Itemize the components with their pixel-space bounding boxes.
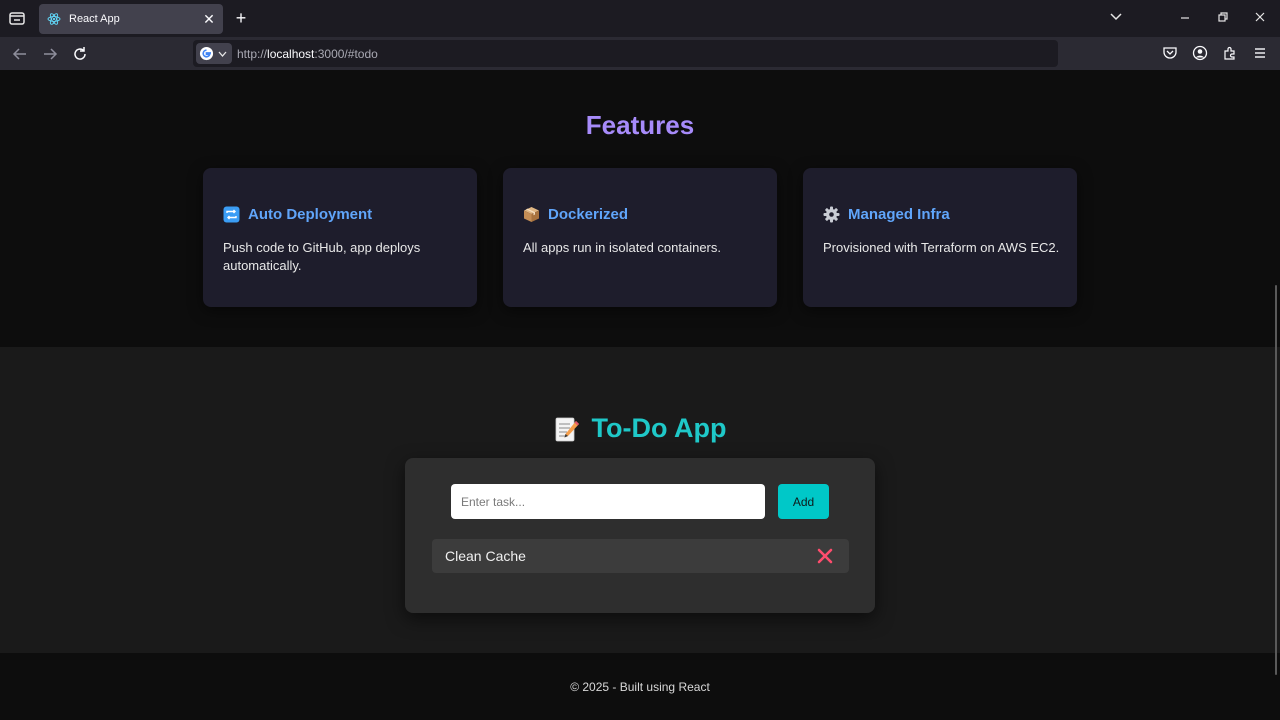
task-text: Clean Cache	[445, 548, 526, 564]
feature-card-auto-deployment: Auto Deployment Push code to GitHub, app…	[203, 168, 477, 307]
page-footer: © 2025 - Built using React	[0, 653, 1280, 720]
feature-card-title: Managed Infra	[848, 206, 950, 223]
browser-tab[interactable]: React App ✕	[39, 4, 223, 34]
todo-card: Add Clean Cache	[405, 458, 875, 613]
todo-heading: To-Do App	[0, 413, 1280, 444]
browser-titlebar: React App ✕ +	[0, 0, 1280, 37]
chevron-down-icon	[218, 51, 227, 57]
add-task-button[interactable]: Add	[778, 484, 829, 519]
feature-card-description: All apps run in isolated containers.	[523, 240, 722, 255]
delete-task-icon[interactable]	[816, 547, 834, 565]
extensions-icon[interactable]	[1222, 45, 1238, 61]
google-icon	[199, 46, 214, 61]
footer-text: © 2025 - Built using React	[570, 680, 710, 694]
reload-icon[interactable]	[71, 45, 89, 63]
features-title: Features	[585, 110, 695, 140]
search-engine-button[interactable]	[196, 43, 232, 64]
back-icon[interactable]	[11, 45, 29, 63]
minimize-icon[interactable]	[1178, 9, 1192, 25]
feature-card-title: Auto Deployment	[248, 206, 373, 223]
task-item: Clean Cache	[432, 539, 849, 573]
menu-icon[interactable]	[1252, 45, 1268, 61]
feature-card-dockerized: Dockerized All apps run in isolated cont…	[503, 168, 777, 307]
tab-overflow-icon[interactable]	[1108, 9, 1124, 25]
feature-card-managed-infra: Managed Infra Provisioned with Terraform…	[803, 168, 1077, 307]
new-tab-icon[interactable]: +	[232, 8, 250, 28]
close-window-icon[interactable]	[1253, 9, 1267, 25]
features-section: Features Auto Deployment Push code to Gi…	[0, 70, 1280, 347]
todo-title: To-Do App	[591, 413, 727, 443]
tab-list-icon[interactable]	[8, 9, 26, 27]
memo-icon	[555, 417, 579, 441]
repeat-icon	[223, 206, 240, 223]
restore-icon[interactable]	[1216, 9, 1230, 25]
forward-icon[interactable]	[41, 45, 59, 63]
page-scrollbar[interactable]	[1275, 285, 1277, 675]
page-content: Features Auto Deployment Push code to Gi…	[0, 70, 1280, 720]
feature-card-description: Provisioned with Terraform on AWS EC2.	[823, 240, 1060, 255]
gear-icon	[823, 206, 840, 223]
tab-title: React App	[69, 13, 120, 25]
package-icon	[524, 207, 539, 222]
feature-card-title: Dockerized	[548, 206, 629, 223]
todo-section: To-Do App Add Clean Cache	[0, 347, 1280, 653]
account-icon[interactable]	[1192, 45, 1208, 61]
feature-card-description: Push code to GitHub, app deploys automat…	[223, 240, 421, 273]
url-text[interactable]: http://localhost:3000/#todo	[237, 47, 378, 61]
pocket-icon[interactable]	[1162, 45, 1178, 61]
task-input[interactable]	[451, 484, 765, 519]
react-icon	[47, 13, 61, 25]
tab-close-icon[interactable]: ✕	[199, 11, 219, 28]
